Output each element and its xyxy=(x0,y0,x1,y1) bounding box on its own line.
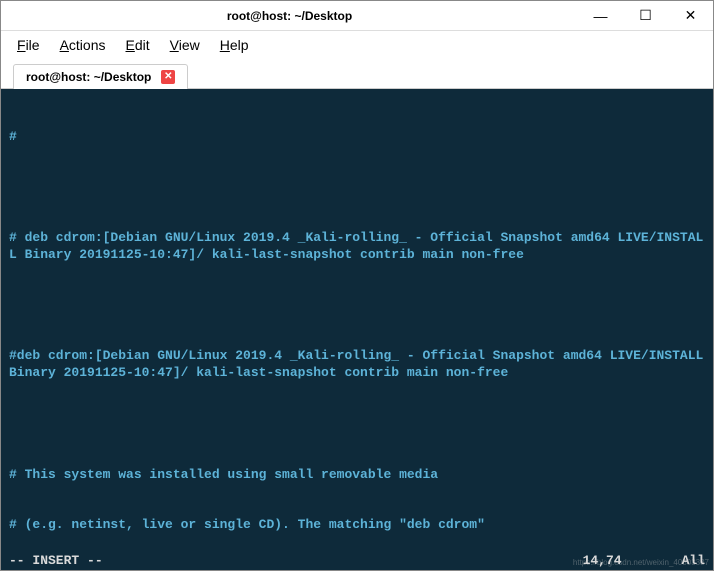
menubar: File Actions Edit View Help xyxy=(1,31,713,59)
terminal-window: root@host: ~/Desktop — ☐ ✕ File Actions … xyxy=(0,0,714,571)
text-line: #deb cdrom:[Debian GNU/Linux 2019.4 _Kal… xyxy=(9,348,705,382)
menu-edit[interactable]: Edit xyxy=(126,37,150,53)
tabbar: root@host: ~/Desktop ✕ xyxy=(1,59,713,89)
text-line: # deb cdrom:[Debian GNU/Linux 2019.4 _Ka… xyxy=(9,230,705,264)
menu-file[interactable]: File xyxy=(17,37,40,53)
minimize-button[interactable]: — xyxy=(578,1,623,30)
text-line: # xyxy=(9,129,705,146)
text-line xyxy=(9,416,705,433)
maximize-button[interactable]: ☐ xyxy=(623,1,668,30)
window-title: root@host: ~/Desktop xyxy=(1,9,578,23)
tab-terminal[interactable]: root@host: ~/Desktop ✕ xyxy=(13,64,188,89)
text-line: # This system was installed using small … xyxy=(9,467,705,484)
text-line xyxy=(9,298,705,315)
text-line: # (e.g. netinst, live or single CD). The… xyxy=(9,517,705,534)
close-button[interactable]: ✕ xyxy=(668,1,713,30)
watermark: https://blog.csdn.net/weixin_40503337 xyxy=(573,558,709,568)
tab-label: root@host: ~/Desktop xyxy=(26,70,151,84)
menu-view[interactable]: View xyxy=(170,37,200,53)
menu-help[interactable]: Help xyxy=(220,37,249,53)
text-line xyxy=(9,179,705,196)
terminal-viewport[interactable]: # # deb cdrom:[Debian GNU/Linux 2019.4 _… xyxy=(1,89,713,570)
titlebar: root@host: ~/Desktop — ☐ ✕ xyxy=(1,1,713,31)
menu-actions[interactable]: Actions xyxy=(60,37,106,53)
tab-close-icon[interactable]: ✕ xyxy=(161,70,175,84)
window-controls: — ☐ ✕ xyxy=(578,1,713,30)
vim-mode: -- INSERT -- xyxy=(9,553,583,570)
